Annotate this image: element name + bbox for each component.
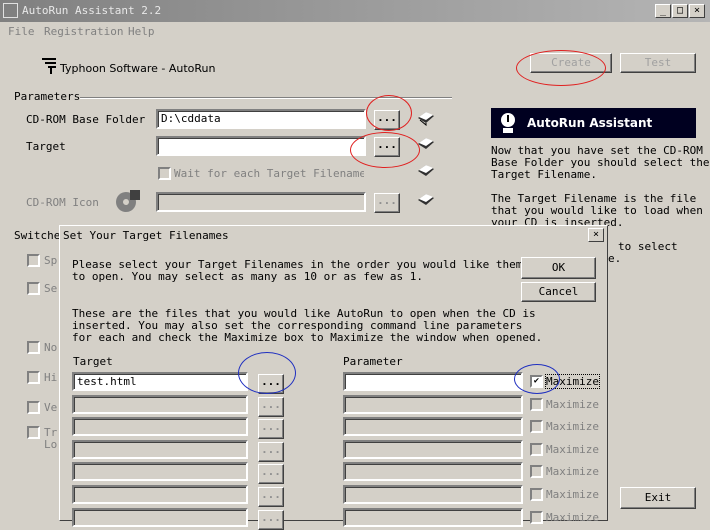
app-icon bbox=[3, 3, 18, 18]
switch-checkbox[interactable] bbox=[27, 282, 40, 295]
parameter-input[interactable] bbox=[343, 440, 523, 459]
base-folder-label: CD-ROM Base Folder bbox=[26, 113, 146, 126]
cdrom-icon-input[interactable] bbox=[156, 192, 366, 212]
dialog-titlebar[interactable]: Set Your Target Filenames × bbox=[60, 226, 607, 244]
assistant-panel-header: AutoRun Assistant bbox=[491, 108, 696, 138]
window-titlebar[interactable]: AutoRun Assistant 2.2 _ □ × bbox=[0, 0, 710, 22]
target-file-input[interactable] bbox=[72, 395, 248, 414]
maximize-checkbox[interactable] bbox=[530, 488, 543, 501]
menu-bar: File Registration Help bbox=[0, 22, 710, 40]
maximize-checkbox[interactable] bbox=[530, 511, 543, 524]
base-folder-input[interactable]: D:\cddata bbox=[156, 109, 366, 129]
target-browse-highlight-ellipse bbox=[350, 132, 420, 168]
minimize-button[interactable]: _ bbox=[655, 4, 671, 18]
target-browse-highlight-ellipse bbox=[238, 352, 296, 394]
menu-file[interactable]: File bbox=[8, 25, 35, 38]
parameters-group-label: Parameters bbox=[14, 90, 81, 103]
target-file-input[interactable] bbox=[72, 462, 248, 481]
switch-label: No bbox=[44, 341, 58, 354]
wait-label: Wait for each Target Filename to bbox=[174, 167, 364, 180]
parameter-input[interactable] bbox=[343, 462, 523, 481]
test-button[interactable]: Test bbox=[620, 53, 696, 73]
dialog-intro-line: to open. You may select as many as 10 or… bbox=[72, 270, 423, 283]
maximize-label: Maximize bbox=[546, 488, 599, 501]
ok-button[interactable]: OK bbox=[521, 257, 596, 279]
assistant-text-line: Target Filename. bbox=[491, 168, 597, 181]
target-file-browse-button[interactable]: ... bbox=[258, 419, 284, 439]
parameter-input[interactable] bbox=[343, 508, 523, 527]
cdrom-disc-icon bbox=[116, 190, 140, 212]
maximize-checkbox[interactable] bbox=[530, 443, 543, 456]
switch-checkbox[interactable] bbox=[27, 341, 40, 354]
parameter-input[interactable] bbox=[343, 372, 523, 391]
target-filenames-dialog: Set Your Target Filenames × Please selec… bbox=[59, 225, 608, 530]
menu-registration[interactable]: Registration bbox=[44, 25, 123, 38]
cancel-button[interactable]: Cancel bbox=[521, 282, 596, 302]
maximize-button[interactable]: □ bbox=[672, 4, 688, 18]
target-file-input[interactable]: test.html bbox=[72, 372, 248, 391]
switch-checkbox[interactable] bbox=[27, 426, 40, 439]
target-input[interactable] bbox=[156, 136, 366, 156]
exit-button[interactable]: Exit bbox=[620, 487, 696, 509]
window-title: AutoRun Assistant 2.2 bbox=[22, 4, 162, 17]
maximize-label: Maximize bbox=[546, 465, 599, 478]
switch-label: Ve bbox=[44, 401, 58, 414]
target-file-input[interactable] bbox=[72, 417, 248, 436]
assistant-panel-title: AutoRun Assistant bbox=[527, 116, 653, 130]
target-file-browse-button[interactable]: ... bbox=[258, 464, 284, 484]
switches-group-label: Switche bbox=[14, 229, 61, 242]
dialog-desc-line: for each and check the Maximize box to M… bbox=[72, 331, 543, 344]
menu-help[interactable]: Help bbox=[128, 25, 155, 38]
switch-label: Se bbox=[44, 282, 58, 295]
parameter-input[interactable] bbox=[343, 485, 523, 504]
book-help-icon[interactable] bbox=[416, 190, 436, 208]
assistant-text-line: e. bbox=[608, 252, 622, 265]
maximize-highlight-ellipse bbox=[514, 364, 560, 394]
dialog-title: Set Your Target Filenames bbox=[63, 229, 229, 242]
maximize-label: Maximize bbox=[546, 443, 599, 456]
assistant-icon bbox=[501, 113, 515, 133]
maximize-checkbox[interactable] bbox=[530, 465, 543, 478]
target-file-browse-button[interactable]: ... bbox=[258, 487, 284, 507]
switch-checkbox[interactable] bbox=[27, 401, 40, 414]
target-file-input[interactable] bbox=[72, 440, 248, 459]
target-column-header: Target bbox=[73, 355, 113, 368]
maximize-checkbox[interactable] bbox=[530, 398, 543, 411]
target-label: Target bbox=[26, 140, 66, 153]
brand-title: Typhoon Software - AutoRun bbox=[60, 62, 216, 75]
target-file-browse-button[interactable]: ... bbox=[258, 442, 284, 462]
close-button[interactable]: × bbox=[689, 4, 705, 18]
book-help-icon[interactable] bbox=[416, 161, 436, 179]
maximize-label: Maximize bbox=[546, 511, 599, 524]
parameter-column-header: Parameter bbox=[343, 355, 403, 368]
parameter-input[interactable] bbox=[343, 395, 523, 414]
wait-checkbox[interactable] bbox=[158, 167, 171, 180]
target-file-browse-button[interactable]: ... bbox=[258, 397, 284, 417]
switch-label: Sp bbox=[44, 254, 58, 267]
assistant-text-line: to select bbox=[618, 240, 678, 253]
maximize-label: Maximize bbox=[546, 398, 599, 411]
target-file-input[interactable] bbox=[72, 508, 248, 527]
maximize-label: Maximize bbox=[546, 420, 599, 433]
cdrom-icon-browse-button[interactable]: ... bbox=[374, 193, 400, 213]
switch-checkbox[interactable] bbox=[27, 254, 40, 267]
base-browse-highlight-ellipse bbox=[366, 95, 412, 131]
target-file-input[interactable] bbox=[72, 485, 248, 504]
book-help-icon[interactable] bbox=[416, 108, 436, 126]
switch-label: Hi bbox=[44, 371, 58, 384]
target-file-browse-button[interactable]: ... bbox=[258, 510, 284, 530]
parameter-input[interactable] bbox=[343, 417, 523, 436]
dialog-close-button[interactable]: × bbox=[588, 228, 604, 242]
cdrom-icon-label: CD-ROM Icon bbox=[26, 196, 99, 209]
typhoon-logo-icon bbox=[42, 58, 56, 74]
create-highlight-ellipse bbox=[516, 50, 606, 86]
switch-checkbox[interactable] bbox=[27, 371, 40, 384]
maximize-checkbox[interactable] bbox=[530, 420, 543, 433]
switch-label-extra: Lo bbox=[44, 438, 58, 451]
